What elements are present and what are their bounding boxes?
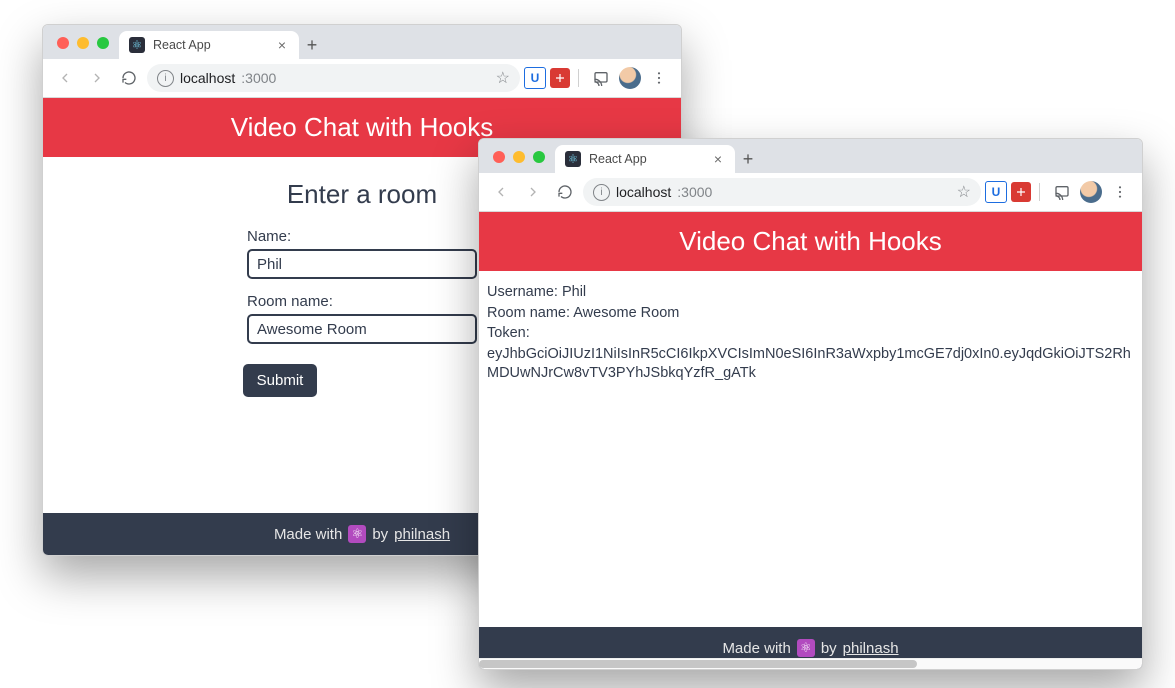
browser-tab[interactable]: ⚛ React App × xyxy=(555,145,735,173)
room-value: Awesome Room xyxy=(573,305,679,321)
close-window-icon[interactable] xyxy=(493,151,505,163)
react-logo-icon: ⚛ xyxy=(348,525,366,543)
footer-author-link[interactable]: philnash xyxy=(843,640,899,657)
react-favicon-icon: ⚛ xyxy=(565,151,581,167)
page-content: Video Chat with Hooks Username: Phil Roo… xyxy=(479,212,1142,669)
back-button[interactable] xyxy=(51,64,79,92)
menu-kebab-icon[interactable] xyxy=(645,64,673,92)
app-header: Video Chat with Hooks xyxy=(479,212,1142,271)
username-label: Username: xyxy=(487,284,558,300)
name-label: Name: xyxy=(247,228,477,245)
minimize-window-icon[interactable] xyxy=(77,37,89,49)
username-value: Phil xyxy=(562,284,586,300)
close-window-icon[interactable] xyxy=(57,37,69,49)
extension-u-icon[interactable]: U xyxy=(985,181,1007,203)
room-input[interactable] xyxy=(247,314,477,344)
extension-red-icon[interactable] xyxy=(1011,182,1031,202)
menu-kebab-icon[interactable] xyxy=(1106,178,1134,206)
close-tab-icon[interactable]: × xyxy=(275,37,289,53)
footer-mid: by xyxy=(372,526,388,543)
footer-author-link[interactable]: philnash xyxy=(394,526,450,543)
url-host: localhost xyxy=(180,70,235,86)
footer-prefix: Made with xyxy=(722,640,790,657)
maximize-window-icon[interactable] xyxy=(97,37,109,49)
address-bar[interactable]: i localhost :3000 ☆ xyxy=(147,64,520,92)
browser-tab[interactable]: ⚛ React App × xyxy=(119,31,299,59)
react-favicon-icon: ⚛ xyxy=(129,37,145,53)
result-content: Username: Phil Room name: Awesome Room T… xyxy=(479,271,1142,627)
forward-button[interactable] xyxy=(83,64,111,92)
tab-title: React App xyxy=(589,152,703,166)
footer-prefix: Made with xyxy=(274,526,342,543)
extension-red-icon[interactable] xyxy=(550,68,570,88)
room-label: Room name: xyxy=(487,305,570,321)
browser-window-result: ⚛ React App × + i localhost :3000 ☆ U xyxy=(478,138,1143,670)
profile-avatar-icon[interactable] xyxy=(619,67,641,89)
maximize-window-icon[interactable] xyxy=(533,151,545,163)
bookmark-star-icon[interactable]: ☆ xyxy=(957,182,971,202)
extension-u-icon[interactable]: U xyxy=(524,67,546,89)
tab-strip: ⚛ React App × + xyxy=(479,139,1142,173)
horizontal-scrollbar[interactable] xyxy=(479,658,1142,669)
forward-button[interactable] xyxy=(519,178,547,206)
profile-avatar-icon[interactable] xyxy=(1080,181,1102,203)
new-tab-button[interactable]: + xyxy=(299,32,325,58)
reload-button[interactable] xyxy=(115,64,143,92)
cast-icon[interactable] xyxy=(587,64,615,92)
result-details: Username: Phil Room name: Awesome Room T… xyxy=(479,271,1142,397)
browser-toolbar: i localhost :3000 ☆ U xyxy=(479,173,1142,212)
footer-mid: by xyxy=(821,640,837,657)
toolbar-divider xyxy=(578,69,579,87)
tab-strip: ⚛ React App × + xyxy=(43,25,681,59)
scrollbar-thumb[interactable] xyxy=(479,660,917,668)
minimize-window-icon[interactable] xyxy=(513,151,525,163)
close-tab-icon[interactable]: × xyxy=(711,151,725,167)
window-controls xyxy=(493,151,545,163)
react-logo-icon: ⚛ xyxy=(797,639,815,657)
submit-button[interactable]: Submit xyxy=(243,364,318,397)
address-bar[interactable]: i localhost :3000 ☆ xyxy=(583,178,981,206)
room-label: Room name: xyxy=(247,293,477,310)
result-username-line: Username: Phil xyxy=(487,283,1134,303)
browser-toolbar: i localhost :3000 ☆ U xyxy=(43,59,681,98)
toolbar-divider xyxy=(1039,183,1040,201)
url-host: localhost xyxy=(616,184,671,200)
url-port: :3000 xyxy=(677,184,712,200)
site-info-icon[interactable]: i xyxy=(157,70,174,87)
tab-title: React App xyxy=(153,38,267,52)
bookmark-star-icon[interactable]: ☆ xyxy=(496,68,510,88)
result-room-line: Room name: Awesome Room xyxy=(487,304,1134,324)
back-button[interactable] xyxy=(487,178,515,206)
new-tab-button[interactable]: + xyxy=(735,146,761,172)
url-port: :3000 xyxy=(241,70,276,86)
cast-icon[interactable] xyxy=(1048,178,1076,206)
result-token-label: Token: xyxy=(487,324,1134,344)
name-input[interactable] xyxy=(247,249,477,279)
result-token-value: eyJhbGciOiJIUzI1NiIsInR5cCI6IkpXVCIsImN0… xyxy=(487,345,1134,384)
window-controls xyxy=(57,37,109,49)
reload-button[interactable] xyxy=(551,178,579,206)
site-info-icon[interactable]: i xyxy=(593,184,610,201)
